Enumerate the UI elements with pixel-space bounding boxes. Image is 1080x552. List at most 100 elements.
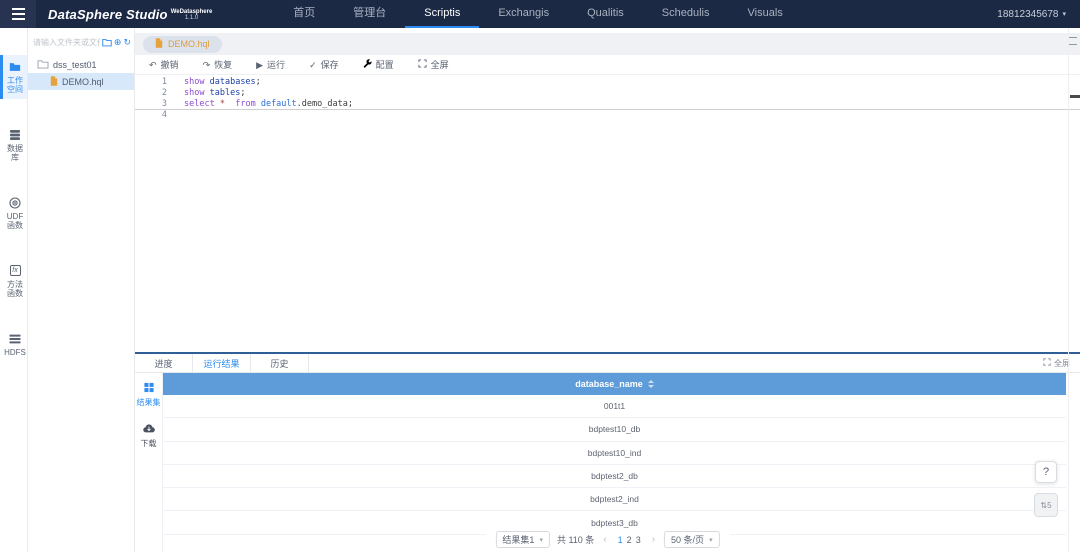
chevron-down-icon: ▾ [709,536,713,544]
config-button[interactable]: 配置 [363,58,394,71]
results-table: database_name 001t1bdptest10_dbbdptest10… [163,373,1066,552]
wrench-icon [363,59,372,70]
right-scroll-gutter [1068,28,1069,552]
menu-toggle-button[interactable] [0,0,36,28]
hdfs-icon [9,332,22,345]
sidebar-item-label: UDF函数 [4,212,26,230]
tree-folder-label: dss_test01 [53,60,97,70]
nav-items: 首页管理台ScriptisExchangisQualitisSchedulisV… [274,0,801,28]
table-header[interactable]: database_name [163,373,1066,395]
page-numbers: 123 [616,535,643,545]
nav-item-console[interactable]: 管理台 [334,0,405,28]
sidebar-item-workspace[interactable]: 工作空间 [0,55,27,99]
refresh-icon[interactable]: ↻ [123,38,131,47]
nav-item-schedulis[interactable]: Schedulis [643,0,729,28]
fullscreen-button[interactable]: 全屏 [418,58,449,71]
code-editor[interactable]: 1show databases;2show tables;3select * f… [135,75,1080,352]
user-phone: 18812345678 [997,9,1058,20]
nav-item-scriptis[interactable]: Scriptis [405,0,479,28]
save-button[interactable]: ✓保存 [309,58,339,71]
total-count: 共 110 条 [557,533,594,546]
sidebar-item-label: HDFS [4,348,26,357]
sidebar-item-method-functions[interactable]: fx方法函数 [0,259,27,303]
results-rail-download[interactable]: 下载 [141,423,157,449]
table-row: bdptest2_ind [163,488,1066,511]
left-rail: 工作空间数据库 UDF函数 fx方法函数 HDFS [0,28,28,552]
editor-tabbar: DEMO.hql [135,33,1080,55]
line-number: 2 [135,88,167,99]
run-button[interactable]: ▶ 运行 [256,58,285,71]
play-icon: ▶ [256,60,263,70]
sidebar-item-database[interactable]: 数据库 [0,123,27,167]
chevron-down-icon: ▾ [1062,10,1066,18]
logo-meta: WeDatasphere 1.1.0 [171,9,213,22]
results-side-rail: 结果集下载 [135,373,163,552]
run-label: 运行 [267,58,285,71]
nav-item-qualitis[interactable]: Qualitis [568,0,643,28]
hql-file-icon [50,76,58,88]
result-set-select[interactable]: 结果集1 ▾ [495,531,550,548]
config-label: 配置 [376,58,394,71]
tree-item-file[interactable]: DEMO.hql [28,73,134,90]
save-label: 保存 [321,58,339,71]
page-number-1[interactable]: 1 [616,535,625,545]
next-page-button[interactable]: › [650,534,657,545]
line-number: 3 [135,99,167,109]
result-set-select-value: 结果集1 [502,533,534,546]
results-body: 结果集下载 database_name 001t1bdptest10_dbbdp… [135,373,1080,552]
user-menu[interactable]: 18812345678 ▾ [997,9,1066,20]
nav-item-home[interactable]: 首页 [274,0,334,28]
table-row: bdptest2_db [163,465,1066,488]
page-number-2[interactable]: 2 [625,535,634,545]
editor-tab-label: DEMO.hql [168,39,210,49]
tree-item-folder[interactable]: dss_test01 [28,56,134,73]
results-tab-progress[interactable]: 进度 [135,354,193,372]
hql-file-icon [155,38,163,50]
results-tab-result[interactable]: 运行结果 [193,354,251,372]
pagination-bar: 结果集1 ▾ 共 110 条 ‹ 123 › 50 条/页 ▾ [485,529,729,550]
table-row: 001t1 [163,395,1066,418]
nav-item-visualis[interactable]: Visuals [729,0,802,28]
hamburger-icon [12,13,25,15]
sidebar-item-hdfs[interactable]: HDFS [0,327,27,362]
redo-button[interactable]: ↷恢复 [203,58,233,71]
code-line: 1show databases; [135,77,1080,88]
results-tab-history[interactable]: 历史 [251,354,309,372]
redo-icon: ↷ [203,60,211,70]
column-header-label: database_name [575,379,643,389]
file-search-input[interactable] [33,38,100,47]
new-file-icon[interactable]: ⊕ [114,38,122,47]
file-tree: dss_test01 DEMO.hql [28,50,134,90]
sidebar-item-udf-functions[interactable]: UDF函数 [0,191,27,235]
results-fullscreen-button[interactable]: 全屏 [1043,354,1070,372]
redo-label: 恢复 [214,58,232,71]
database-icon [9,128,22,141]
results-rail-label: 下载 [141,438,157,449]
table-rows: 001t1bdptest10_dbbdptest10_indbdptest2_d… [163,395,1066,535]
sidebar-item-label: 工作空间 [4,76,26,94]
sort-icon[interactable] [648,380,654,388]
scrollbar-handle[interactable] [1070,95,1080,98]
main-area: 工作空间数据库 UDF函数 fx方法函数 HDFS ⊕ ↻ dss_test01 [0,28,1080,552]
editor-toolbar: ↶ 撤销 ↷恢复 ▶ 运行 ✓保存 配置 全屏 [135,55,1080,75]
fullscreen-icon [1043,358,1051,368]
page-number-3[interactable]: 3 [634,535,643,545]
editor-tab[interactable]: DEMO.hql [143,36,222,53]
code-text: show tables; [167,88,245,99]
undo-icon: ↶ [149,60,157,70]
results-rail-label: 结果集 [137,397,161,408]
prev-page-button[interactable]: ‹ [601,534,608,545]
undo-label: 撤销 [161,58,179,71]
results-tabs: 进度运行结果历史 全屏 [135,354,1080,373]
results-rail-result-set[interactable]: 结果集 [137,382,161,408]
fullscreen-label: 全屏 [431,58,449,71]
nav-item-exchangis[interactable]: Exchangis [479,0,568,28]
app-logo: DataSphere Studio WeDatasphere 1.1.0 [48,7,212,22]
page-size-select[interactable]: 50 条/页 ▾ [664,531,720,548]
undo-button[interactable]: ↶ 撤销 [149,58,179,71]
file-tree-panel: ⊕ ↻ dss_test01 DEMO.hql [28,28,135,552]
new-folder-icon[interactable] [102,38,112,47]
scroll-indicator-button[interactable]: ⇅5 [1034,493,1058,517]
help-button[interactable]: ? [1035,461,1057,483]
table-row: bdptest10_ind [163,442,1066,465]
